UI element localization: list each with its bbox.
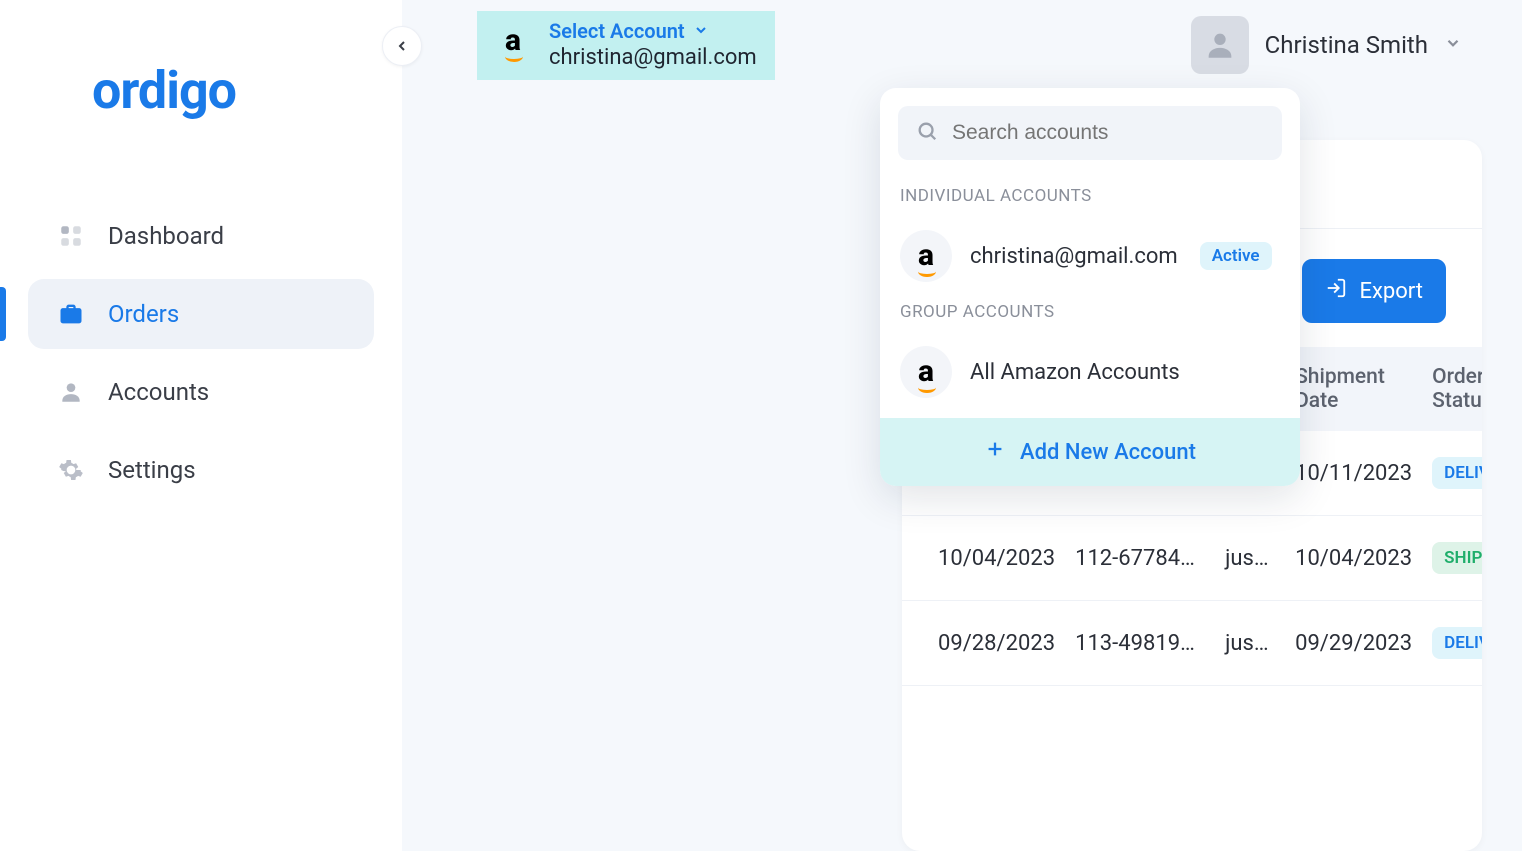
gear-icon — [56, 455, 86, 485]
cell-email: jus… — [1215, 516, 1285, 601]
chevron-down-icon — [693, 19, 709, 43]
sidebar-item-label: Orders — [108, 300, 179, 328]
export-label: Export — [1359, 279, 1423, 304]
account-row[interactable]: a christina@gmail.com Active — [880, 218, 1300, 294]
cell-order-date: 10/04/2023 — [902, 516, 1065, 601]
account-selector-email: christina@gmail.com — [549, 45, 757, 70]
brand-logo: ordigo — [0, 60, 402, 121]
amazon-icon: a — [900, 346, 952, 398]
dashboard-icon — [56, 221, 86, 251]
nav: Dashboard Orders Accounts Settings — [0, 201, 402, 505]
avatar — [1191, 16, 1249, 74]
cell-status: DELIVERED — [1422, 601, 1482, 686]
sidebar-item-label: Dashboard — [108, 222, 224, 250]
user-name: Christina Smith — [1265, 31, 1428, 59]
cell-order-id: 113-498192… — [1065, 601, 1215, 686]
sidebar-item-dashboard[interactable]: Dashboard — [28, 201, 374, 271]
status-badge: SHIPPED — [1432, 542, 1482, 574]
account-selector-trigger[interactable]: a Select Account christina@gmail.com — [477, 11, 775, 80]
export-button[interactable]: Export — [1302, 259, 1446, 323]
active-badge: Active — [1200, 242, 1272, 270]
sidebar-item-settings[interactable]: Settings — [28, 435, 374, 505]
cell-order-date: 09/28/2023 — [902, 601, 1065, 686]
plus-icon — [984, 438, 1006, 466]
user-icon — [56, 377, 86, 407]
cell-status: DELIVERED — [1422, 431, 1482, 516]
account-dropdown: INDIVIDUAL ACCOUNTS a christina@gmail.co… — [880, 88, 1300, 486]
sidebar-item-orders[interactable]: Orders — [28, 279, 374, 349]
status-badge: DELIVERED — [1432, 627, 1482, 659]
search-icon — [916, 120, 938, 146]
cell-order-id: 112-677847… — [1065, 516, 1215, 601]
sidebar: ordigo Dashboard Orders Accounts — [0, 0, 402, 851]
group-accounts-label: GROUP ACCOUNTS — [880, 294, 1300, 334]
search-accounts-field[interactable] — [898, 106, 1282, 160]
chevron-down-icon — [1444, 34, 1462, 56]
amazon-icon: a — [900, 230, 952, 282]
user-menu[interactable]: Christina Smith — [1191, 16, 1482, 74]
col-order-status[interactable]: Order Status — [1422, 347, 1482, 431]
amazon-icon: a — [491, 19, 535, 63]
sidebar-item-accounts[interactable]: Accounts — [28, 357, 374, 427]
status-badge: DELIVERED — [1432, 457, 1482, 489]
add-account-button[interactable]: Add New Account — [880, 418, 1300, 486]
individual-accounts-label: INDIVIDUAL ACCOUNTS — [880, 178, 1300, 218]
add-account-label: Add New Account — [1020, 440, 1196, 465]
account-selector-label: Select Account — [549, 19, 685, 43]
cell-shipment-date: 09/29/2023 — [1285, 601, 1422, 686]
cell-shipment-date: 10/04/2023 — [1285, 516, 1422, 601]
sidebar-item-label: Settings — [108, 456, 196, 484]
account-row[interactable]: a All Amazon Accounts — [880, 334, 1300, 410]
cell-email: jus… — [1215, 601, 1285, 686]
collapse-sidebar-button[interactable] — [382, 26, 422, 66]
account-email: christina@gmail.com — [970, 244, 1178, 269]
table-row[interactable]: 10/04/2023112-677847…jus…10/04/2023SHIPP… — [902, 516, 1482, 601]
col-shipment-date[interactable]: Shipment Date — [1285, 347, 1422, 431]
group-account-label: All Amazon Accounts — [970, 360, 1180, 385]
sidebar-item-label: Accounts — [108, 378, 209, 406]
briefcase-icon — [56, 299, 86, 329]
main: a Select Account christina@gmail.com Ch — [402, 0, 1522, 851]
export-icon — [1325, 277, 1347, 305]
table-row[interactable]: 09/28/2023113-498192…jus…09/29/2023 DELIV… — [902, 601, 1482, 686]
search-input[interactable] — [952, 121, 1264, 145]
cell-shipment-date: 10/11/2023 — [1285, 431, 1422, 516]
topbar: a Select Account christina@gmail.com Ch — [402, 0, 1522, 90]
cell-status: SHIPPED — [1422, 516, 1482, 601]
